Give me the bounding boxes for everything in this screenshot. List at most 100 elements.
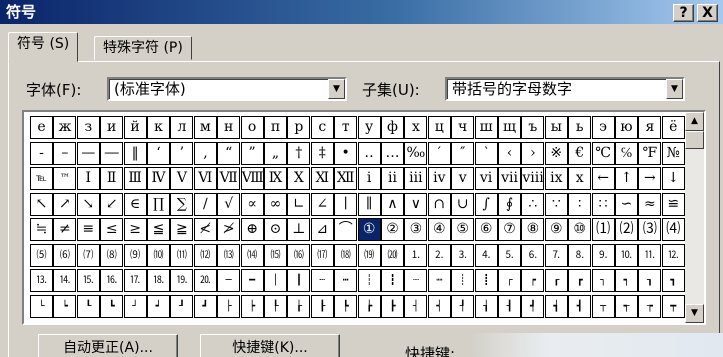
symbol-cell[interactable]: └ [30,294,53,318]
symbol-cell[interactable]: ⅱ [381,167,404,190]
symbol-cell[interactable]: ≌ [661,192,685,216]
symbol-cell[interactable]: ┓ [661,269,685,292]
symbol-cell[interactable]: ┋ [474,269,498,292]
symbol-cell[interactable]: ⒛ [193,269,217,292]
symbol-cell[interactable]: ≒ [30,218,53,241]
symbol-cell[interactable]: Ⅲ [123,167,147,190]
symbol-cell[interactable]: ⑻ [100,243,124,267]
symbol-cell[interactable]: √ [217,192,241,216]
symbol-cell[interactable]: ‰ [404,141,428,165]
symbol-cell[interactable]: ┐ [591,269,615,292]
symbol-cell[interactable]: ↙ [100,192,124,216]
vertical-scrollbar[interactable]: ▲ ▼ [685,112,704,323]
symbol-cell[interactable]: ⑿ [193,243,217,267]
symbol-cell[interactable]: ┉ [427,269,451,292]
symbol-cell[interactable]: и [100,116,124,139]
symbol-cell[interactable]: ┎ [544,269,568,292]
symbol-cell[interactable]: ∪ [451,192,475,216]
symbol-cell[interactable]: ″ [451,141,475,165]
symbol-cell[interactable]: ┕ [53,294,77,318]
symbol-cell[interactable]: ‡ [310,141,334,165]
symbol-cell[interactable]: ∩ [427,192,451,216]
symbol-cell[interactable]: ⅴ [451,167,475,190]
symbol-cell[interactable]: ↖ [30,192,53,216]
symbol-cell[interactable]: ь [568,116,592,139]
symbol-cell[interactable]: р [287,116,311,139]
symbol-cell[interactable]: Ⅶ [217,167,241,190]
symbol-cell[interactable]: ⑶ [638,218,662,241]
symbol-cell[interactable]: ∟ [287,192,311,216]
symbol-cell[interactable]: ⒁ [240,243,264,267]
symbol-cell[interactable]: ∽ [615,192,638,216]
symbol-cell[interactable]: ∈ [123,192,147,216]
symbol-cell[interactable]: ≮ [193,218,217,241]
symbol-cell[interactable]: ⑩ [568,218,592,241]
chevron-down-icon[interactable]: ▼ [666,79,683,99]
symbol-cell[interactable]: ж [53,116,77,139]
symbol-cell[interactable]: → [638,167,662,190]
symbol-cell[interactable]: ™ [53,167,77,190]
symbol-cell[interactable]: Ⅺ [310,167,334,190]
symbol-cell[interactable]: ⑧ [521,218,545,241]
symbol-cell[interactable]: ≠ [53,218,77,241]
symbol-cell[interactable]: ⒈ [404,243,428,267]
symbol-cell[interactable]: ∮ [498,192,521,216]
symbol-cell[interactable]: ⒄ [310,243,334,267]
symbol-cell[interactable]: ⒐ [591,243,615,267]
symbol-cell[interactable]: л [170,116,194,139]
symbol-cell[interactable]: ┏ [568,269,592,292]
symbol-cell[interactable]: ┘ [123,294,147,318]
symbol-cell[interactable]: ⒂ [264,243,287,267]
symbol-cell[interactable]: Ⅳ [147,167,170,190]
symbol-cell[interactable]: ⊕ [240,218,264,241]
symbol-cell[interactable]: ’ [170,141,194,165]
help-button[interactable]: ? [673,4,694,22]
symbol-cell[interactable]: ┇ [381,269,404,292]
symbol-cell[interactable]: ┃ [287,269,311,292]
scroll-thumb[interactable] [685,131,704,149]
symbol-cell[interactable]: с [310,116,334,139]
symbol-cell[interactable]: † [287,141,311,165]
symbol-cell[interactable]: ≈ [638,192,662,216]
symbol-cell[interactable]: — [76,141,100,165]
symbol-cell[interactable]: Ⅴ [170,167,194,190]
symbol-cell[interactable]: ‥ [357,141,381,165]
symbol-cell[interactable]: ⒇ [381,243,404,267]
symbol-cell[interactable]: ≤ [100,218,124,241]
symbol-cell[interactable]: ├ [217,294,241,318]
symbol-cell[interactable]: ─ [217,269,241,292]
symbol-cell[interactable]: ↑ [615,167,638,190]
symbol-cell[interactable]: ⑥ [474,218,498,241]
symbol-cell[interactable]: ⒆ [357,243,381,267]
symbol-cell[interactable]: Ⅵ [193,167,217,190]
symbol-cell[interactable]: ⒏ [568,243,592,267]
tab-symbols[interactable]: 符号 (S) [8,32,79,62]
symbol-cell[interactable]: ⒀ [217,243,241,267]
symbol-cell[interactable]: ⅲ [404,167,428,190]
symbol-cell[interactable]: ┞ [264,294,287,318]
symbol-cell[interactable]: м [193,116,217,139]
symbol-cell[interactable]: ⒊ [451,243,475,267]
symbol-cell[interactable]: ⒔ [30,269,53,292]
symbol-cell[interactable]: Ⅹ [287,167,311,190]
symbol-cell[interactable]: ≯ [217,218,241,241]
shortcut-key-button[interactable]: 快捷键(K)... [200,334,340,357]
symbol-cell[interactable]: ≡ [76,218,100,241]
symbol-cell[interactable]: ⑾ [170,243,194,267]
symbol-cell[interactable]: • [334,141,358,165]
symbol-cell[interactable]: ⑼ [123,243,147,267]
symbol-cell[interactable]: ⌒ [334,218,358,241]
symbol-cell[interactable]: ⑹ [53,243,77,267]
symbol-cell[interactable]: ① [357,218,381,241]
symbol-cell[interactable]: ┬ [591,294,615,318]
symbol-cell[interactable]: ↗ [53,192,77,216]
symbol-cell[interactable]: Ⅰ [76,167,100,190]
symbol-cell[interactable]: ≦ [147,218,170,241]
symbol-cell[interactable]: ⅸ [544,167,568,190]
symbol-cell[interactable]: Ⅻ [334,167,358,190]
symbol-cell[interactable]: ⑷ [661,218,685,241]
symbol-cell[interactable]: ” [240,141,264,165]
symbol-cell[interactable]: у [357,116,381,139]
symbol-cell[interactable]: – [53,141,77,165]
symbol-cell[interactable]: ⑺ [76,243,100,267]
